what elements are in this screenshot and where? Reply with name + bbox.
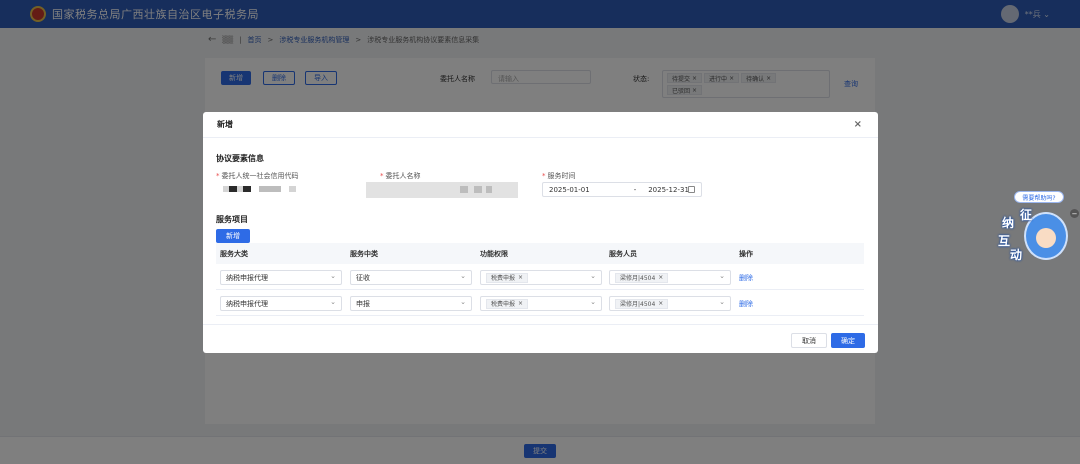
category-select[interactable]: 纳税申报代理 ⌄ bbox=[220, 270, 342, 285]
chevron-down-icon: ⌄ bbox=[460, 298, 466, 306]
table-row: 纳税申报代理 ⌄ 申报 ⌄ 税费申报 × ⌄ 梁修月|4504 × ⌄ 删除 bbox=[216, 290, 864, 316]
service-date-range[interactable]: 2025-01-01 - 2025-12-31 bbox=[542, 182, 702, 197]
permission-tag[interactable]: 税费申报 × bbox=[486, 298, 529, 309]
subcategory-select[interactable]: 申报 ⌄ bbox=[350, 296, 472, 311]
chevron-down-icon: ⌄ bbox=[719, 298, 725, 306]
dialog-title: 新增 bbox=[217, 120, 233, 129]
helper-char: 征 bbox=[1020, 208, 1033, 222]
credit-code-label: * 委托人统一社会信用代码 bbox=[216, 172, 299, 180]
tax-assistant-widget[interactable]: 纳 征 互 动 bbox=[996, 208, 1072, 266]
chevron-down-icon: ⌄ bbox=[330, 298, 336, 306]
staff-select[interactable]: 梁修月|4504 × ⌄ bbox=[609, 270, 731, 285]
add-service-item-button[interactable]: 新增 bbox=[216, 229, 250, 243]
col-subcategory: 服务中类 bbox=[350, 250, 378, 258]
chevron-down-icon: ⌄ bbox=[330, 272, 336, 280]
close-icon[interactable]: × bbox=[854, 119, 862, 130]
category-select[interactable]: 纳税申报代理 ⌄ bbox=[220, 296, 342, 311]
chevron-down-icon: ⌄ bbox=[590, 272, 596, 280]
minimize-icon[interactable]: − bbox=[1070, 209, 1079, 218]
client-name-field-label: * 委托人名称 bbox=[380, 172, 421, 180]
chevron-down-icon: ⌄ bbox=[590, 298, 596, 306]
col-permission: 功能权限 bbox=[480, 250, 508, 258]
permission-tag[interactable]: 税费申报 × bbox=[486, 272, 529, 283]
table-row: 纳税申报代理 ⌄ 征收 ⌄ 税费申报 × ⌄ 梁修月|4504 × ⌄ 删除 bbox=[216, 264, 864, 290]
service-items-section-title: 服务项目 bbox=[216, 215, 248, 224]
add-dialog: 新增 × 协议要素信息 * 委托人统一社会信用代码 * 委托人名称 * 服务时间 20… bbox=[203, 112, 878, 353]
service-time-label: * 服务时间 bbox=[542, 172, 576, 180]
helper-char: 纳 bbox=[1002, 216, 1015, 230]
staff-tag[interactable]: 梁修月|4504 × bbox=[615, 298, 669, 309]
table-header: 服务大类 服务中类 功能权限 服务人员 操作 bbox=[216, 243, 864, 264]
permission-select[interactable]: 税费申报 × ⌄ bbox=[480, 270, 602, 285]
delete-row-link[interactable]: 删除 bbox=[739, 273, 753, 283]
dialog-header: 新增 × bbox=[203, 112, 878, 138]
permission-select[interactable]: 税费申报 × ⌄ bbox=[480, 296, 602, 311]
delete-row-link[interactable]: 删除 bbox=[739, 299, 753, 309]
confirm-button[interactable]: 确定 bbox=[831, 333, 865, 348]
chevron-down-icon: ⌄ bbox=[719, 272, 725, 280]
help-bubble[interactable]: 需要帮助吗? bbox=[1014, 191, 1064, 203]
staff-tag[interactable]: 梁修月|4504 × bbox=[615, 272, 669, 283]
chevron-down-icon: ⌄ bbox=[460, 272, 466, 280]
subcategory-select[interactable]: 征收 ⌄ bbox=[350, 270, 472, 285]
date-separator: - bbox=[633, 185, 637, 194]
end-date[interactable]: 2025-12-31 bbox=[648, 186, 689, 194]
dialog-footer: 取消 确定 bbox=[203, 324, 878, 353]
col-action: 操作 bbox=[739, 250, 753, 258]
col-category: 服务大类 bbox=[220, 250, 248, 258]
col-staff: 服务人员 bbox=[609, 250, 637, 258]
agreement-section-title: 协议要素信息 bbox=[216, 154, 264, 163]
calendar-icon[interactable] bbox=[688, 186, 695, 193]
start-date[interactable]: 2025-01-01 bbox=[549, 186, 590, 194]
cancel-button[interactable]: 取消 bbox=[791, 333, 827, 348]
staff-select[interactable]: 梁修月|4504 × ⌄ bbox=[609, 296, 731, 311]
helper-char: 互 bbox=[998, 234, 1011, 248]
helper-char: 动 bbox=[1010, 248, 1023, 262]
